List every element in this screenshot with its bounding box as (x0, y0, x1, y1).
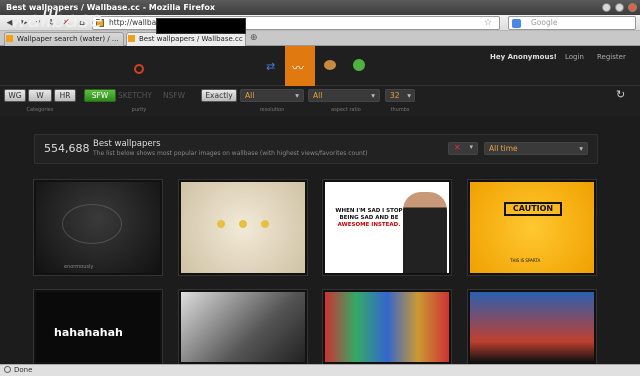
thumbs-label: thumbs (390, 107, 410, 113)
chat-nav-button[interactable] (316, 46, 346, 86)
meme-line: WHEN I'M SAD I STOP (335, 208, 403, 214)
status-icon (4, 366, 11, 373)
caution-sign: CAUTION (504, 202, 562, 216)
meme-line: AWESOME INSTEAD. (337, 222, 401, 228)
thumbnail-caption: enormously (64, 264, 94, 270)
maximize-button[interactable] (615, 3, 624, 12)
pulse-icon: 〰 (292, 61, 305, 75)
x-icon: ✕ (454, 143, 461, 152)
toplist-subtitle: The list below shows most popular images… (93, 150, 368, 157)
minimize-button[interactable] (602, 3, 611, 12)
thumbnail-caption: THIS IS SPARTA (510, 258, 541, 263)
chevron-down-icon: ▾ (469, 143, 473, 151)
category-w-button[interactable]: W (28, 89, 52, 102)
wallpaper-thumbnail[interactable] (178, 179, 308, 276)
cartoon-figure (239, 220, 247, 228)
chevron-down-icon: ▾ (407, 91, 411, 100)
tab-best-wallpapers[interactable]: Best wallpapers / Wallbase.cc (126, 32, 246, 46)
wallpaper-thumbnail[interactable] (467, 289, 597, 365)
search-icon[interactable] (134, 64, 144, 74)
purity-label: purity (131, 107, 147, 113)
site-logo[interactable]: wallbase (10, 8, 103, 33)
timeframe-select[interactable]: All time ▾ (484, 142, 588, 155)
chevron-down-icon: ▾ (579, 144, 583, 153)
new-tab-icon[interactable]: ⊕ (250, 33, 258, 43)
wallpaper-thumbnail[interactable]: CAUTION THIS IS SPARTA (467, 179, 597, 276)
register-link[interactable]: Register (597, 53, 626, 61)
categories-label: Categories (26, 107, 54, 113)
site-search-input[interactable] (156, 18, 246, 34)
refresh-icon[interactable]: ↻ (616, 88, 625, 101)
tab-favicon-icon (128, 35, 135, 42)
wallpaper-thumbnail[interactable] (178, 289, 308, 365)
purity-nsfw-button[interactable]: NSFW (163, 89, 185, 102)
purity-sfw-button[interactable]: SFW (84, 89, 116, 102)
shuffle-icon: ⇄ (266, 60, 276, 73)
chevron-down-icon: ▾ (295, 91, 299, 100)
purity-sketchy-button[interactable]: SKETCHY (118, 89, 152, 102)
aspect-ratio-label: aspect ratio (331, 107, 361, 113)
thumbs-select[interactable]: 32 ▾ (385, 89, 415, 102)
category-wg-button[interactable]: WG (4, 89, 26, 102)
search-input[interactable]: Google (508, 16, 636, 30)
tab-favicon-icon (6, 35, 13, 42)
toplist-nav-button[interactable]: 〰 (285, 46, 315, 86)
chevron-down-icon: ▾ (371, 91, 375, 100)
tab-bar: Wallpaper search (water) / ... Best wall… (0, 31, 640, 46)
wallpaper-thumbnail[interactable]: hahahahah (33, 289, 163, 365)
status-bar: Done (0, 364, 640, 376)
close-window-button[interactable] (628, 3, 637, 12)
login-link[interactable]: Login (565, 53, 584, 61)
community-nav-button[interactable] (345, 46, 375, 86)
wallpaper-count: 554,688 (44, 142, 90, 155)
filter-toggle-button[interactable]: ✕ ▾ (448, 142, 478, 155)
google-engine-icon[interactable] (512, 19, 521, 28)
search-placeholder: Google (531, 18, 558, 27)
meme-line: BEING SAD AND BE (339, 215, 399, 221)
greeting-text: Hey Anonymous! (490, 53, 557, 61)
thumbnail-caption: hahahahah (54, 326, 123, 339)
wallpaper-thumbnail[interactable] (322, 289, 452, 365)
address-bar[interactable]: http://wallbase.cc/toplist (92, 16, 500, 30)
tab-wallpaper-search[interactable]: Wallpaper search (water) / ... (4, 32, 124, 46)
alien-icon (353, 59, 365, 71)
random-nav-button[interactable]: ⇄ (257, 46, 287, 86)
cartoon-figure (261, 220, 269, 228)
man-in-suit (403, 192, 447, 273)
diagram-shape (62, 204, 122, 244)
meme-text: WHEN I'M SAD I STOP BEING SAD AND BE AWE… (329, 208, 409, 229)
status-text: Done (14, 366, 33, 374)
wallpaper-thumbnail[interactable]: enormously (33, 179, 163, 276)
exactly-button[interactable]: Exactly (201, 89, 237, 102)
toplist-title: Best wallpapers (93, 139, 161, 149)
resolution-label: resolution (259, 107, 285, 113)
bookmark-star-icon[interactable]: ☆ (482, 17, 494, 29)
resolution-select[interactable]: All ▾ (240, 89, 304, 102)
category-hr-button[interactable]: HR (54, 89, 76, 102)
aspect-ratio-select[interactable]: All ▾ (308, 89, 380, 102)
cartoon-figure (217, 220, 225, 228)
wallpaper-thumbnail[interactable]: WHEN I'M SAD I STOP BEING SAD AND BE AWE… (322, 179, 452, 276)
speech-bubble-icon (324, 60, 336, 70)
